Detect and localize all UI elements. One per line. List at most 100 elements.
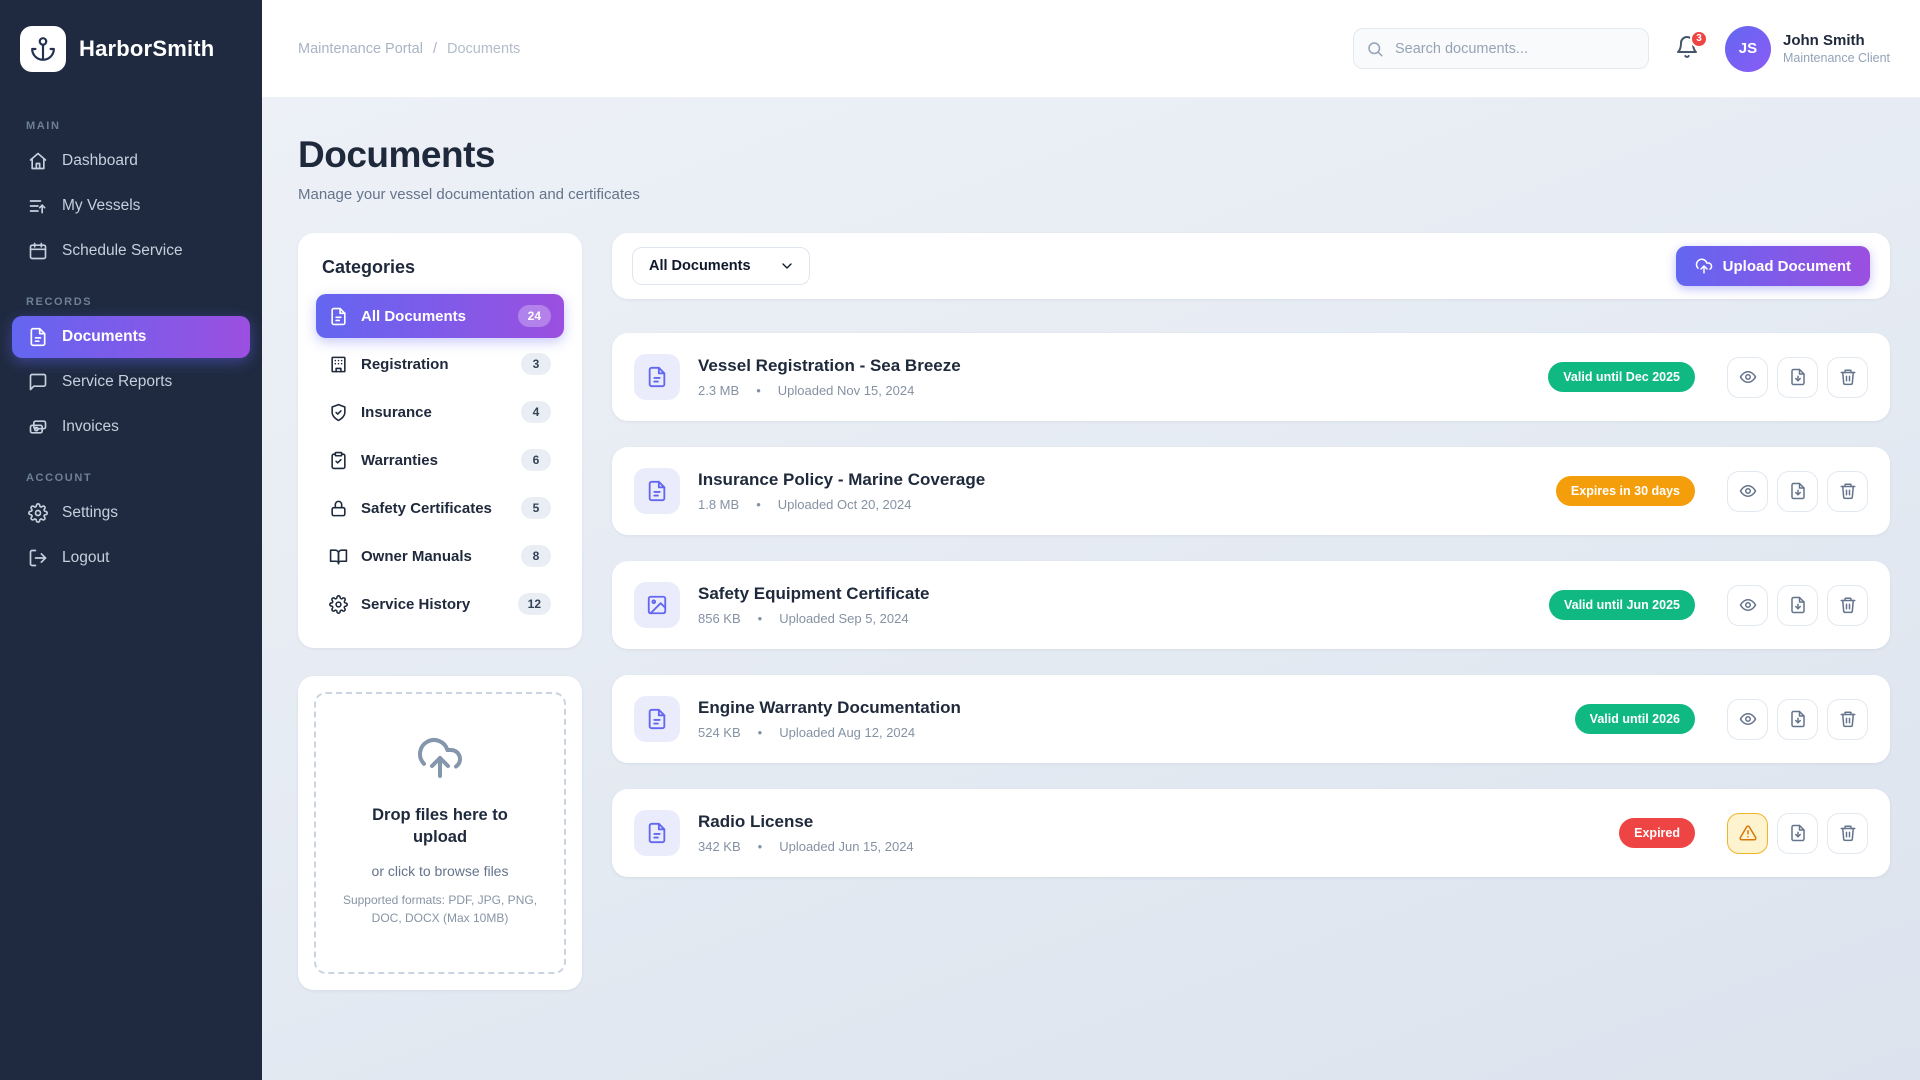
document-info: Safety Equipment Certificate856 KB•Uploa…: [698, 584, 1531, 626]
dropzone-title: Drop files here to upload: [334, 804, 546, 849]
expired-alert-button[interactable]: [1727, 813, 1768, 854]
document-info: Insurance Policy - Marine Coverage 1.8 MB…: [698, 470, 1538, 512]
status-badge: Valid until 2026: [1575, 704, 1695, 734]
document-type-tile: [634, 468, 680, 514]
document-uploaded: Uploaded Nov 15, 2024: [778, 383, 915, 398]
category-label: Registration: [361, 356, 508, 373]
document-type-tile: [634, 582, 680, 628]
document-title: Insurance Policy - Marine Coverage: [698, 470, 1538, 490]
document-info: Engine Warranty Documentation524 KB•Uplo…: [698, 698, 1557, 740]
notification-count-badge: 3: [1690, 30, 1708, 48]
sidebar-item-label: Service Reports: [62, 373, 172, 391]
category-count-badge: 6: [521, 449, 551, 471]
document-title: Safety Equipment Certificate: [698, 584, 1531, 604]
file-download-icon: [1789, 596, 1807, 614]
download-document-button[interactable]: [1777, 357, 1818, 398]
sidebar-item-logout[interactable]: Logout: [12, 537, 250, 579]
document-title: Engine Warranty Documentation: [698, 698, 1557, 718]
sidebar-item-my-vessels[interactable]: My Vessels: [12, 185, 250, 227]
shield-check-icon: [329, 403, 348, 422]
document-info: Vessel Registration - Sea Breeze2.3 MB•U…: [698, 356, 1530, 398]
building-icon: [329, 355, 348, 374]
category-count-badge: 3: [521, 353, 551, 375]
file-text-icon: [28, 327, 48, 347]
document-filter-value: All Documents: [649, 258, 751, 274]
download-document-button[interactable]: [1777, 471, 1818, 512]
avatar: JS: [1725, 26, 1771, 72]
user-name: John Smith: [1783, 32, 1890, 49]
page-title: Documents: [298, 134, 1890, 176]
sidebar-item-schedule-service[interactable]: Schedule Service: [12, 230, 250, 272]
delete-document-button[interactable]: [1827, 471, 1868, 512]
category-label: Safety Certificates: [361, 500, 508, 517]
trash-icon: [1839, 482, 1857, 500]
document-title: Radio License: [698, 812, 1601, 832]
sidebar-item-dashboard[interactable]: Dashboard: [12, 140, 250, 182]
category-item-registration[interactable]: Registration 3: [316, 342, 564, 386]
category-item-warranties[interactable]: Warranties6: [316, 438, 564, 482]
right-column: All Documents Upload Document Vessel Reg…: [612, 233, 1890, 903]
status-badge: Expired: [1619, 818, 1695, 848]
document-size: 342 KB: [698, 839, 741, 854]
delete-document-button[interactable]: [1827, 699, 1868, 740]
view-document-button[interactable]: [1727, 357, 1768, 398]
category-label: Insurance: [361, 404, 508, 421]
sidebar-item-label: Documents: [62, 328, 146, 346]
document-filter-select[interactable]: All Documents: [632, 247, 810, 285]
categories-panel: Categories All Documents24 Registration 3 I…: [298, 233, 582, 648]
document-row: Vessel Registration - Sea Breeze2.3 MB•U…: [612, 333, 1890, 421]
meta-separator: •: [756, 383, 761, 398]
view-document-button[interactable]: [1727, 585, 1768, 626]
view-document-button[interactable]: [1727, 471, 1768, 512]
breadcrumb-current: Documents: [447, 41, 520, 57]
breadcrumb-root[interactable]: Maintenance Portal: [298, 41, 423, 57]
categories-title: Categories: [322, 257, 558, 278]
cloud-upload-icon: [1695, 257, 1713, 275]
category-item-all-documents[interactable]: All Documents24: [316, 294, 564, 338]
image-icon: [646, 594, 668, 616]
document-size: 1.8 MB: [698, 497, 739, 512]
upload-document-button[interactable]: Upload Document: [1676, 246, 1870, 286]
view-document-button[interactable]: [1727, 699, 1768, 740]
download-document-button[interactable]: [1777, 813, 1818, 854]
sidebar-item-label: My Vessels: [62, 197, 140, 215]
document-size: 524 KB: [698, 725, 741, 740]
category-item-safety-certificates[interactable]: Safety Certificates5: [316, 486, 564, 530]
sidebar-item-invoices[interactable]: Invoices: [12, 406, 250, 448]
download-document-button[interactable]: [1777, 585, 1818, 626]
search-icon: [1366, 40, 1384, 58]
categories-list: All Documents24 Registration 3 Insurance4Wa…: [316, 294, 564, 626]
category-count-badge: 12: [518, 593, 551, 615]
delete-document-button[interactable]: [1827, 357, 1868, 398]
meta-separator: •: [756, 497, 761, 512]
search-input[interactable]: [1353, 28, 1649, 69]
delete-document-button[interactable]: [1827, 585, 1868, 626]
brand-name: HarborSmith: [79, 36, 214, 62]
main-area: Maintenance Portal / Documents 3 JS John…: [262, 0, 1920, 1080]
notifications-button[interactable]: 3: [1673, 35, 1701, 63]
user-menu[interactable]: JS John Smith Maintenance Client: [1725, 26, 1890, 72]
nav-section-label: RECORDS: [26, 296, 236, 308]
category-item-owner-manuals[interactable]: Owner Manuals8: [316, 534, 564, 578]
category-item-insurance[interactable]: Insurance4: [316, 390, 564, 434]
category-item-service-history[interactable]: Service History12: [316, 582, 564, 626]
delete-document-button[interactable]: [1827, 813, 1868, 854]
left-column: Categories All Documents24 Registration 3 I…: [298, 233, 582, 990]
download-document-button[interactable]: [1777, 699, 1818, 740]
sidebar-item-label: Invoices: [62, 418, 119, 436]
document-actions: [1727, 471, 1868, 512]
eye-icon: [1739, 596, 1757, 614]
sidebar-item-settings[interactable]: Settings: [12, 492, 250, 534]
category-count-badge: 24: [518, 305, 551, 327]
trash-icon: [1839, 824, 1857, 842]
file-text-icon: [646, 366, 668, 388]
report-icon: [28, 372, 48, 392]
sidebar-item-service-reports[interactable]: Service Reports: [12, 361, 250, 403]
document-type-tile: [634, 696, 680, 742]
sidebar-item-documents[interactable]: Documents: [12, 316, 250, 358]
file-dropzone[interactable]: Drop files here to upload or click to br…: [314, 692, 566, 974]
cloud-upload-icon: [416, 734, 464, 782]
trash-icon: [1839, 368, 1857, 386]
breadcrumb: Maintenance Portal / Documents: [298, 41, 520, 57]
invoice-icon: [28, 417, 48, 437]
